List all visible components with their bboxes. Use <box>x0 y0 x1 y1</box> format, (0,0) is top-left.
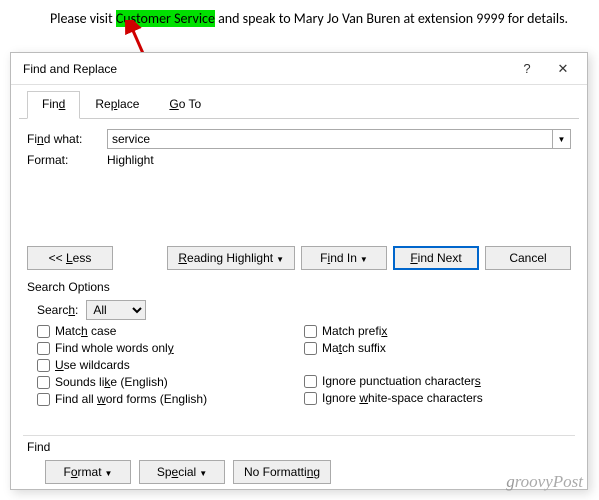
find-next-button[interactable]: Find Next <box>393 246 479 270</box>
tab-goto[interactable]: Go To <box>154 91 216 118</box>
search-direction-label: Search: <box>37 303 78 317</box>
find-replace-dialog: Find and Replace ? ✕ Find Replace Go To … <box>10 52 588 490</box>
find-in-button[interactable]: Find In▼ <box>301 246 387 270</box>
ignore-whitespace-checkbox[interactable]: Ignore white-space characters <box>304 391 571 405</box>
tab-find[interactable]: Find <box>27 91 80 119</box>
find-what-label: Find what: <box>27 132 107 146</box>
special-button[interactable]: Special▼ <box>139 460 225 484</box>
close-button[interactable]: ✕ <box>545 55 581 83</box>
match-case-checkbox[interactable]: Match case <box>37 324 304 338</box>
dialog-tabs: Find Replace Go To <box>19 85 579 119</box>
chevron-down-icon: ▼ <box>199 469 207 478</box>
find-section-label: Find <box>27 440 571 454</box>
find-what-input[interactable] <box>107 129 553 149</box>
chevron-down-icon: ▼ <box>360 255 368 264</box>
search-options-label: Search Options <box>11 278 587 296</box>
match-suffix-checkbox[interactable]: Match suffix <box>304 341 571 355</box>
find-what-dropdown[interactable]: ▼ <box>553 129 571 149</box>
cancel-button[interactable]: Cancel <box>485 246 571 270</box>
help-button[interactable]: ? <box>509 55 545 83</box>
search-direction-select[interactable]: All <box>86 300 146 320</box>
format-button[interactable]: Format▼ <box>45 460 131 484</box>
sounds-like-checkbox[interactable]: Sounds like (English) <box>37 375 304 389</box>
less-button[interactable]: << Less <box>27 246 113 270</box>
tab-replace[interactable]: Replace <box>80 91 154 118</box>
reading-highlight-button[interactable]: Reading Highlight▼ <box>167 246 295 270</box>
format-value: Highlight <box>107 153 154 167</box>
wildcards-checkbox[interactable]: Use wildcards <box>37 358 304 372</box>
format-label: Format: <box>27 153 107 167</box>
no-formatting-button[interactable]: No Formatting <box>233 460 331 484</box>
ignore-punct-checkbox[interactable]: Ignore punctuation characters <box>304 374 571 388</box>
whole-words-checkbox[interactable]: Find whole words only <box>37 341 304 355</box>
chevron-down-icon: ▼ <box>105 469 113 478</box>
document-text: Please visit Customer Service and speak … <box>0 0 599 27</box>
dialog-title: Find and Replace <box>23 62 509 76</box>
chevron-down-icon: ▼ <box>276 255 284 264</box>
match-prefix-checkbox[interactable]: Match prefix <box>304 324 571 338</box>
word-forms-checkbox[interactable]: Find all word forms (English) <box>37 392 304 406</box>
highlighted-match: Customer Service <box>116 10 215 27</box>
dialog-titlebar: Find and Replace ? ✕ <box>11 53 587 85</box>
watermark: groovyPost <box>506 472 583 492</box>
